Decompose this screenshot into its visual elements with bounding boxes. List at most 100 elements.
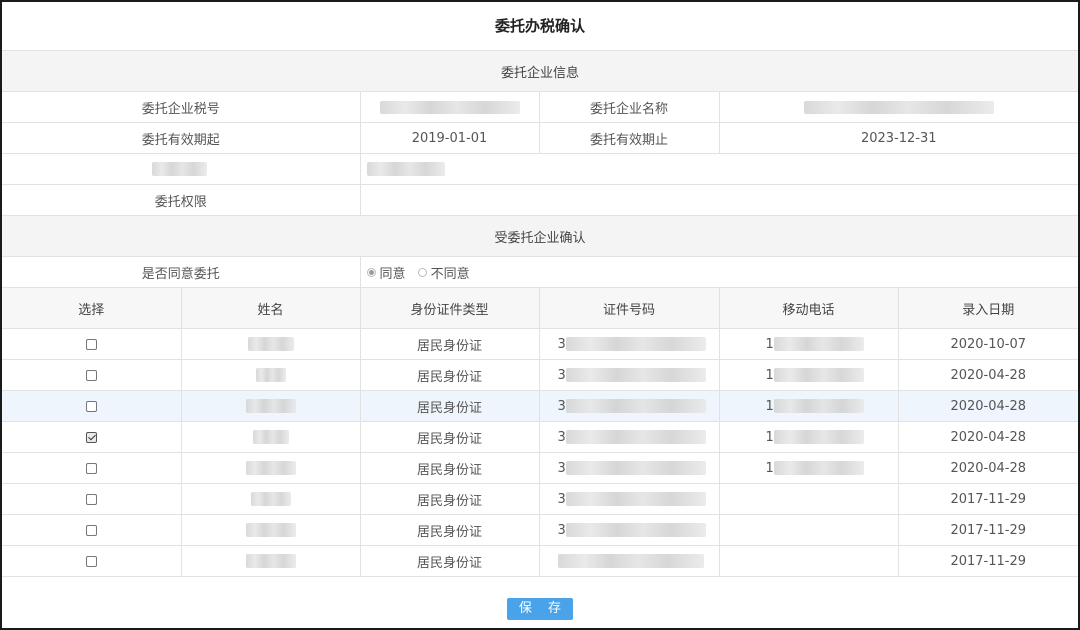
redacted-id-number	[565, 368, 706, 382]
entry-date-cell: 2020-04-28	[897, 452, 1078, 484]
id-prefix: 3	[557, 522, 566, 538]
id-type-cell: 居民身份证	[359, 390, 540, 422]
radio-agree[interactable]: 同意	[366, 263, 406, 282]
redacted-value	[366, 162, 445, 176]
permission-label: 委托权限	[2, 184, 361, 216]
row-checkbox[interactable]	[85, 431, 97, 443]
id-prefix: 3	[557, 460, 566, 476]
id-prefix: 3	[557, 491, 566, 507]
redacted-tax-no	[379, 100, 520, 114]
table-row[interactable]: 居民身份证 2017-11-29	[2, 545, 1078, 577]
phone-prefix: 1	[765, 398, 774, 414]
row-checkbox[interactable]	[85, 493, 97, 505]
table-row[interactable]: 居民身份证 3 1 2020-10-07	[2, 328, 1078, 360]
consent-label: 是否同意委托	[2, 256, 361, 288]
col-header-id-type: 身份证件类型	[359, 288, 540, 329]
redacted-row-label	[2, 153, 360, 185]
id-prefix: 3	[557, 336, 566, 352]
entry-date-cell: 2020-10-07	[897, 328, 1078, 360]
phone-prefix: 1	[765, 429, 774, 445]
redacted-enterprise-name	[803, 100, 994, 114]
redacted-id-number	[565, 430, 706, 444]
redacted-id-number	[565, 337, 706, 351]
tax-no-label: 委托企业税号	[2, 91, 361, 123]
redacted-phone	[773, 368, 864, 382]
radio-disagree[interactable]: 不同意	[417, 263, 470, 282]
row-checkbox[interactable]	[85, 369, 97, 381]
id-type-cell: 居民身份证	[359, 514, 540, 546]
col-header-select: 选择	[2, 288, 182, 329]
entry-date-cell: 2017-11-29	[897, 545, 1078, 577]
radio-disagree-circle[interactable]	[417, 267, 427, 277]
valid-from-label: 委托有效期起	[2, 122, 361, 154]
permission-value	[359, 184, 1078, 216]
redacted-name	[252, 430, 289, 444]
redacted-name	[250, 492, 291, 506]
id-type-cell: 居民身份证	[359, 328, 540, 360]
table-row[interactable]: 居民身份证 3 2017-11-29	[2, 514, 1078, 546]
redacted-phone	[773, 461, 864, 475]
col-header-name: 姓名	[180, 288, 361, 329]
row-checkbox[interactable]	[85, 555, 97, 567]
row-checkbox[interactable]	[85, 462, 97, 474]
redacted-name	[255, 368, 286, 382]
col-header-entry-date: 录入日期	[897, 288, 1078, 329]
entry-date-cell: 2017-11-29	[897, 514, 1078, 546]
row-checkbox[interactable]	[85, 400, 97, 412]
enterprise-info-table: 委托企业信息 委托企业税号 委托企业名称 委托有效期起 2019-01-01 委…	[2, 51, 1078, 288]
enterprise-name-label: 委托企业名称	[538, 91, 720, 123]
redacted-name	[245, 523, 296, 537]
redacted-id-number	[565, 461, 706, 475]
entry-date-cell: 2020-04-28	[897, 359, 1078, 391]
redacted-id-number	[565, 523, 706, 537]
id-type-cell: 居民身份证	[359, 452, 540, 484]
redacted-name	[245, 399, 296, 413]
redacted-phone	[773, 337, 864, 351]
footer-actions: 保 存	[2, 577, 1078, 620]
col-header-phone: 移动电话	[718, 288, 899, 329]
redacted-id-number	[557, 554, 704, 568]
valid-from-value: 2019-01-01	[359, 122, 540, 154]
save-button[interactable]: 保 存	[507, 598, 573, 620]
id-type-cell: 居民身份证	[359, 545, 540, 577]
id-prefix: 3	[557, 367, 566, 383]
phone-prefix: 1	[765, 460, 774, 476]
row-checkbox[interactable]	[85, 338, 97, 350]
redacted-name	[245, 554, 296, 568]
radio-disagree-label: 不同意	[430, 266, 470, 282]
table-row[interactable]: 居民身份证 3 2017-11-29	[2, 483, 1078, 515]
id-prefix: 3	[557, 429, 566, 445]
id-type-cell: 居民身份证	[359, 359, 540, 391]
entry-date-cell: 2020-04-28	[897, 390, 1078, 422]
entry-date-cell: 2020-04-28	[897, 421, 1078, 453]
valid-to-value: 2023-12-31	[718, 122, 1078, 154]
delegation-confirm-dialog: 委托办税确认 委托企业信息 委托企业税号 委托企业名称 委托有效期起 2019-…	[0, 0, 1080, 630]
redacted-phone	[773, 430, 864, 444]
section-acceptor-confirm: 受委托企业确认	[2, 215, 1078, 257]
page-title: 委托办税确认	[2, 2, 1078, 51]
redacted-name	[247, 337, 294, 351]
tax-no-value	[359, 91, 540, 123]
redacted-row-value	[359, 153, 1078, 185]
valid-to-label: 委托有效期止	[538, 122, 720, 154]
table-row[interactable]: 居民身份证 3 1 2020-04-28	[2, 359, 1078, 391]
entry-date-cell: 2017-11-29	[897, 483, 1078, 515]
redacted-id-number	[565, 399, 706, 413]
table-row[interactable]: 居民身份证 3 1 2020-04-28	[2, 452, 1078, 484]
section-enterprise-info: 委托企业信息	[2, 51, 1078, 92]
redacted-phone	[773, 399, 864, 413]
id-type-cell: 居民身份证	[359, 421, 540, 453]
redacted-label	[152, 162, 207, 176]
row-checkbox[interactable]	[85, 524, 97, 536]
table-row[interactable]: 居民身份证 3 1 2020-04-28	[2, 390, 1078, 422]
redacted-name	[245, 461, 296, 475]
phone-prefix: 1	[765, 367, 774, 383]
col-header-id-number: 证件号码	[538, 288, 720, 329]
redacted-id-number	[565, 492, 706, 506]
consent-options: 同意 不同意	[359, 256, 1078, 288]
id-prefix: 3	[557, 398, 566, 414]
radio-agree-circle[interactable]	[366, 267, 376, 277]
phone-prefix: 1	[765, 336, 774, 352]
table-row[interactable]: 居民身份证 3 1 2020-04-28	[2, 421, 1078, 453]
enterprise-name-value	[718, 91, 1078, 123]
